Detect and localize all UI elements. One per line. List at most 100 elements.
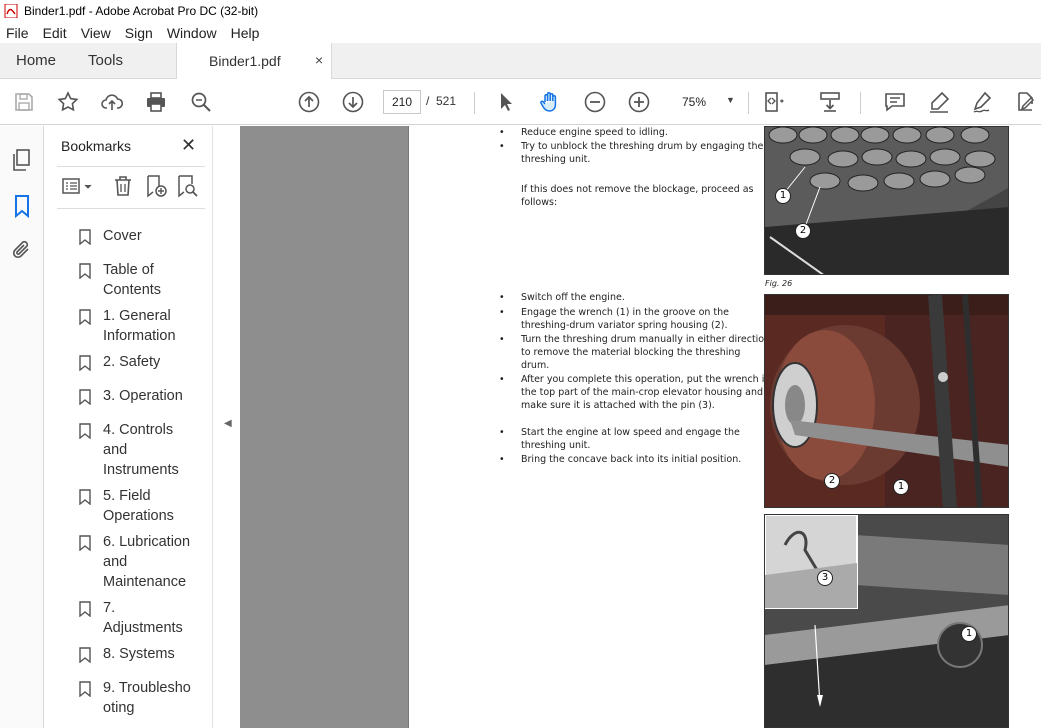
bookmarks-title: Bookmarks	[61, 138, 132, 154]
figure-control-panel: 1 2	[764, 126, 1009, 275]
callout-2: 2	[824, 473, 840, 489]
callout-3: 3	[817, 570, 833, 586]
tab-home[interactable]: Home	[16, 52, 56, 69]
page-up-icon[interactable]	[297, 90, 321, 114]
search-icon[interactable]	[189, 90, 213, 114]
scroll-mode-icon[interactable]	[818, 90, 842, 114]
bookmark-label: Cover	[103, 228, 142, 244]
divider	[57, 208, 205, 209]
bookmarks-panel-icon[interactable]	[10, 194, 34, 219]
bookmark-label: 1. General Information	[103, 308, 176, 344]
control-panel-photo	[765, 127, 1008, 274]
divider	[57, 166, 205, 167]
bullet-item: • Start the engine at low speed and engag…	[499, 427, 740, 451]
options-menu-icon[interactable]	[61, 174, 95, 200]
bullet-item: • Try to unblock the threshing drum by en…	[499, 141, 764, 165]
edit-icon[interactable]	[1013, 90, 1037, 114]
bookmark-icon	[79, 647, 91, 663]
bullet-item: • Reduce engine speed to idling.	[499, 127, 668, 138]
bookmark-label: Table of Contents	[103, 262, 162, 298]
window-title: Binder1.pdf - Adobe Acrobat Pro DC (32-b…	[24, 4, 259, 18]
bookmark-icon	[79, 389, 91, 405]
bookmark-label: 3. Operation	[103, 388, 183, 404]
zoom-in-icon[interactable]	[627, 90, 651, 114]
callout-1: 1	[893, 479, 909, 495]
page-total: 521	[436, 94, 457, 108]
figure-threshing-drum: 2 1	[764, 294, 1009, 508]
menu-file[interactable]: File	[0, 25, 36, 41]
tab-document[interactable]: Binder1.pdf ×	[176, 43, 332, 79]
bookmark-icon	[79, 309, 91, 325]
bookmark-icon	[79, 681, 91, 697]
bookmark-star-icon[interactable]	[56, 90, 80, 114]
hand-tool-icon[interactable]	[538, 90, 562, 114]
tab-document-label: Binder1.pdf	[209, 53, 281, 69]
toolbar-divider	[474, 92, 475, 114]
bookmark-icon	[79, 601, 91, 617]
callout-1: 1	[961, 626, 977, 642]
close-icon[interactable]: ✕	[181, 135, 196, 156]
new-bookmark-icon[interactable]	[144, 174, 168, 200]
attachments-icon[interactable]	[10, 238, 34, 262]
select-cursor-icon[interactable]	[494, 90, 518, 114]
pdf-page: • Reduce engine speed to idling. • Try to …	[408, 126, 1041, 728]
comment-icon[interactable]	[883, 90, 907, 114]
bookmark-icon	[79, 489, 91, 505]
zoom-dropdown[interactable]: 75% ▼	[670, 90, 742, 114]
delete-bookmark-icon[interactable]	[111, 174, 135, 200]
bookmark-icon	[79, 535, 91, 551]
bookmark-icon	[79, 355, 91, 371]
menu-window[interactable]: Window	[160, 25, 224, 41]
chevron-down-icon: ▼	[726, 95, 735, 105]
zoom-value: 75%	[682, 95, 707, 109]
tab-tools[interactable]: Tools	[88, 52, 123, 69]
panel-splitter[interactable]: ◀	[212, 126, 240, 728]
note-text: If this does not remove the blockage, pr…	[521, 184, 754, 208]
tab-bar: Home Tools Binder1.pdf ×	[0, 43, 1041, 79]
window-title-bar: Binder1.pdf - Adobe Acrobat Pro DC (32-b…	[0, 0, 1041, 22]
callout-2: 2	[795, 223, 811, 239]
page-thumbnails-icon[interactable]	[10, 148, 34, 172]
bullet-item: • Bring the concave back into its initial…	[499, 454, 742, 465]
wrench-storage-photo	[765, 515, 1008, 727]
bookmarks-panel: Bookmarks ✕ Cover Table of Contents 1. G…	[45, 126, 251, 728]
save-icon[interactable]	[12, 90, 36, 114]
navigation-rail	[0, 126, 44, 728]
bookmark-label: 7. Adjustments	[103, 600, 183, 636]
menu-edit[interactable]: Edit	[36, 25, 74, 41]
print-icon[interactable]	[144, 90, 168, 114]
tab-close-icon[interactable]: ×	[315, 52, 323, 68]
document-viewport[interactable]: • Reduce engine speed to idling. • Try to …	[240, 126, 1041, 728]
bookmark-label: 2. Safety	[103, 354, 161, 370]
main-toolbar: 210 / 521 75% ▼	[0, 80, 1041, 125]
bullet-item: • Engage the wrench (1) in the groove on …	[499, 307, 730, 331]
zoom-out-icon[interactable]	[583, 90, 607, 114]
bookmark-label: 5. Field Operations	[103, 488, 174, 524]
fit-page-icon[interactable]	[762, 90, 786, 114]
threshing-drum-photo	[765, 295, 1008, 507]
bullet-item: • Switch off the engine.	[499, 292, 625, 303]
highlight-icon[interactable]	[927, 90, 951, 114]
find-bookmark-icon[interactable]	[175, 174, 199, 200]
collapse-panel-icon[interactable]: ◀	[224, 418, 232, 429]
bookmark-label: 4. Controls and Instruments	[103, 422, 179, 478]
bookmarks-list: Cover Table of Contents 1. General Infor…	[71, 220, 197, 728]
bookmarks-toolbar	[57, 174, 207, 200]
page-number-input[interactable]: 210	[383, 90, 421, 114]
sign-icon[interactable]	[971, 90, 995, 114]
acrobat-app-icon	[4, 4, 18, 18]
menu-bar: File Edit View Sign Window Help	[0, 22, 1041, 43]
figure-caption: Fig. 26	[765, 279, 793, 288]
bookmark-label: 9. Troubleshooting	[103, 680, 191, 716]
toolbar-divider	[860, 92, 861, 114]
toolbar-divider	[748, 92, 749, 114]
figure-wrench-storage: 3 1	[764, 514, 1009, 728]
upload-icon[interactable]	[100, 90, 124, 114]
menu-sign[interactable]: Sign	[118, 25, 160, 41]
page-down-icon[interactable]	[341, 90, 365, 114]
bookmark-icon	[79, 423, 91, 439]
menu-help[interactable]: Help	[224, 25, 267, 41]
page-separator: /	[426, 94, 430, 108]
menu-view[interactable]: View	[74, 25, 118, 41]
bookmark-label: 8. Systems	[103, 646, 175, 662]
